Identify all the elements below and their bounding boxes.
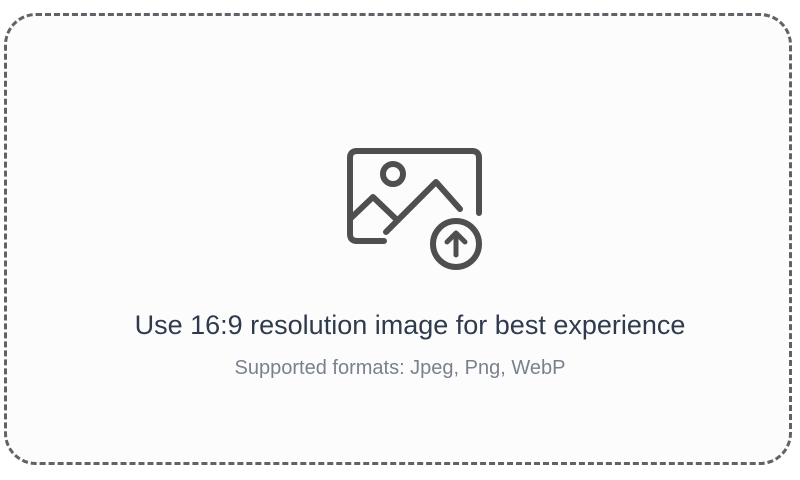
- image-upload-icon: [344, 143, 484, 277]
- upload-title: Use 16:9 resolution image for best exper…: [134, 310, 686, 340]
- supported-formats-text: Supported formats: Jpeg, Png, WebP: [234, 357, 566, 379]
